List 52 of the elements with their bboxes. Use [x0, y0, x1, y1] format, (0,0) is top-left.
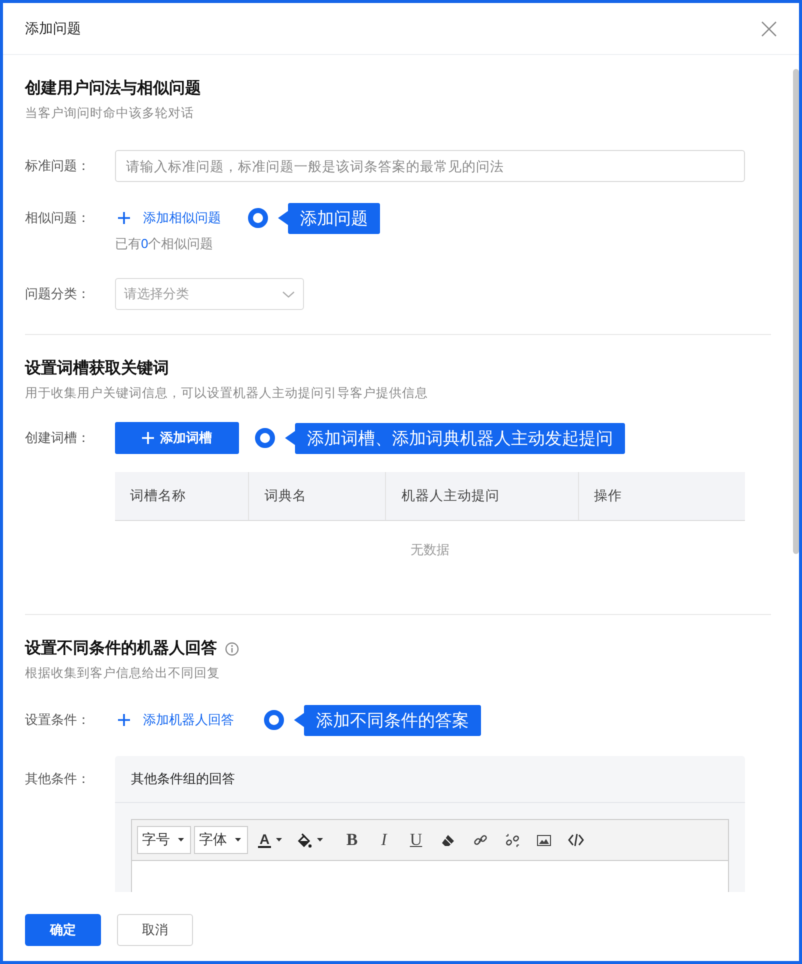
chevron-down-icon: [282, 290, 295, 298]
section-title: 创建用户问法与相似问题: [25, 78, 201, 99]
bold-button[interactable]: B: [337, 826, 367, 854]
question-input[interactable]: 请输入标准问题，标准问题一般是该词条答案的最常见的问法: [115, 150, 745, 182]
add-slot-button[interactable]: 添加词槽: [115, 422, 239, 454]
marker-dot: [255, 428, 275, 448]
confirm-button[interactable]: 确定: [25, 914, 101, 946]
field-label: 其他条件：: [25, 771, 90, 786]
field-label: 标准问题：: [25, 158, 90, 173]
scrollbar-thumb[interactable]: [793, 69, 799, 554]
answer-group-title: 其他条件组的回答: [115, 756, 745, 803]
column-header: 词槽名称: [115, 472, 249, 520]
toolbar-dropdown[interactable]: 字体: [194, 826, 248, 854]
underline-button[interactable]: U: [401, 826, 431, 854]
column-header: 机器人主动提问: [386, 472, 578, 520]
link-icon[interactable]: [472, 832, 488, 848]
field-label: 问题分类：: [25, 286, 90, 301]
paint-bucket-icon[interactable]: [297, 832, 312, 848]
text-color-button[interactable]: A: [255, 826, 285, 854]
caret-icon: [178, 838, 184, 842]
toolbar-dropdown[interactable]: 字号: [137, 826, 191, 854]
image-icon[interactable]: [537, 834, 551, 846]
section-subtitle: 根据收集到客户信息给出不同回复: [25, 665, 221, 682]
empty-text: 无数据: [410, 542, 450, 557]
plus-icon: [118, 714, 130, 726]
unlink-icon[interactable]: [504, 832, 520, 848]
field-label: 创建词槽：: [25, 430, 90, 445]
field-label: 相似问题：: [25, 210, 90, 225]
plus-icon: [142, 432, 154, 444]
code-icon[interactable]: [568, 833, 584, 847]
caret-icon: [235, 838, 241, 842]
section-subtitle: 当客户询问时命中该多轮对话: [25, 105, 195, 122]
rich-text-editor[interactable]: 字号 字体 A B I U: [131, 819, 729, 892]
caret-icon: [276, 838, 282, 842]
similar-count-text: 已有0个相似问题: [115, 235, 214, 253]
plus-icon: [118, 212, 130, 224]
italic-button[interactable]: I: [369, 826, 399, 854]
column-header: 操作: [578, 472, 745, 520]
add-link[interactable]: 添加机器人回答: [115, 711, 234, 729]
close-icon[interactable]: [761, 20, 777, 36]
add-link[interactable]: 添加相似问题: [115, 209, 221, 227]
eraser-icon[interactable]: [441, 834, 455, 846]
column-header: 词典名: [248, 472, 386, 520]
section-title: 设置不同条件的机器人回答: [25, 638, 217, 659]
dialog-title: 添加问题: [25, 20, 81, 38]
field-label: 设置条件：: [25, 712, 90, 727]
cancel-button[interactable]: 取消: [117, 914, 193, 946]
marker-dot: [264, 710, 284, 730]
section-subtitle: 用于收集用户关键词信息，可以设置机器人主动提问引导客户提供信息: [25, 385, 429, 402]
section-title: 设置词槽获取关键词: [25, 358, 169, 379]
caret-icon: [317, 838, 323, 842]
marker-dot: [248, 208, 268, 228]
